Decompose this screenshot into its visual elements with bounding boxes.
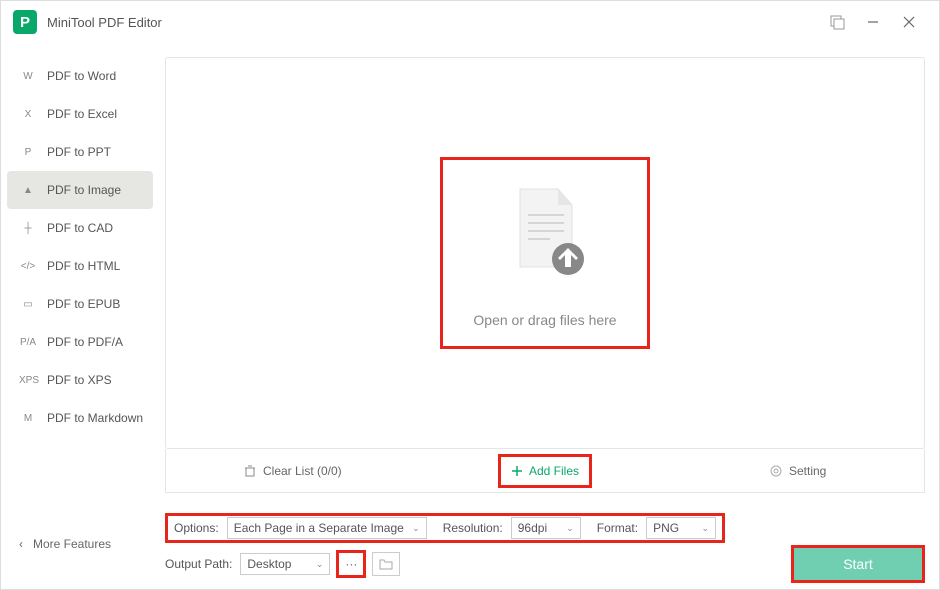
chevron-down-icon: ⌄ [558, 523, 574, 534]
format-select[interactable]: PNG ⌄ [646, 517, 716, 539]
open-folder-button[interactable] [372, 552, 400, 576]
image-icon: ▲ [19, 185, 37, 196]
clear-list-label: Clear List (0/0) [263, 464, 342, 478]
sidebar-item-label: PDF to Image [47, 183, 121, 197]
sidebar-item-pdf-to-html[interactable]: </> PDF to HTML [1, 247, 159, 285]
file-upload-icon [485, 174, 605, 294]
add-files-label: Add Files [529, 464, 579, 478]
resolution-label: Resolution: [443, 521, 503, 535]
ellipsis-icon: ··· [345, 557, 357, 571]
sidebar-item-label: PDF to HTML [47, 259, 120, 273]
options-value: Each Page in a Separate Image [234, 521, 404, 535]
add-files-button[interactable]: Add Files [419, 449, 672, 492]
format-label: Format: [597, 521, 638, 535]
sidebar-item-label: PDF to PDF/A [47, 335, 123, 349]
resolution-value: 96dpi [518, 521, 547, 535]
dropzone-text: Open or drag files here [473, 312, 616, 328]
sidebar-item-pdf-to-markdown[interactable]: M PDF to Markdown [1, 399, 159, 437]
titlebar: P MiniTool PDF Editor [1, 1, 939, 43]
html-icon: </> [19, 261, 37, 272]
sidebar-item-pdf-to-image[interactable]: ▲ PDF to Image [7, 171, 153, 209]
body: W PDF to Word X PDF to Excel P PDF to PPT ▲… [1, 43, 939, 589]
minimize-button[interactable] [855, 6, 891, 38]
sidebar-item-pdf-to-xps[interactable]: XPS PDF to XPS [1, 361, 159, 399]
sidebar-item-label: PDF to XPS [47, 373, 112, 387]
output-path-value: Desktop [247, 557, 291, 571]
format-value: PNG [653, 521, 679, 535]
output-row: Output Path: Desktop ⌄ ··· Start [165, 549, 925, 579]
chevron-left-icon: ‹ [19, 537, 23, 551]
browse-button[interactable]: ··· [336, 550, 366, 578]
options-label: Options: [174, 521, 219, 535]
more-features-button[interactable]: ‹ More Features [1, 529, 159, 559]
sidebar-item-label: PDF to PPT [47, 145, 111, 159]
options-select[interactable]: Each Page in a Separate Image ⌄ [227, 517, 427, 539]
sidebar-item-label: PDF to CAD [47, 221, 113, 235]
sidebar-item-pdf-to-ppt[interactable]: P PDF to PPT [1, 133, 159, 171]
sidebar-item-pdf-to-epub[interactable]: ▭ PDF to EPUB [1, 285, 159, 323]
app-window: P MiniTool PDF Editor W PDF to Word X PDF … [0, 0, 940, 590]
start-button[interactable]: Start [791, 545, 925, 583]
sidebar-item-pdf-to-word[interactable]: W PDF to Word [1, 57, 159, 95]
output-path-select[interactable]: Desktop ⌄ [240, 553, 330, 575]
clear-list-button[interactable]: Clear List (0/0) [166, 449, 419, 492]
pdfa-icon: P/A [19, 337, 37, 348]
options-row: Options: Each Page in a Separate Image ⌄… [165, 513, 925, 543]
close-button[interactable] [891, 6, 927, 38]
dropzone[interactable]: Open or drag files here [165, 57, 925, 449]
w-icon: W [19, 71, 37, 82]
p-icon: P [19, 147, 37, 158]
dropzone-highlight: Open or drag files here [440, 157, 649, 349]
start-label: Start [843, 556, 873, 572]
actionbar: Clear List (0/0) Add Files Setting [165, 449, 925, 493]
cad-icon: ┼ [19, 223, 37, 234]
chevron-down-icon: ⌄ [404, 523, 420, 534]
setting-label: Setting [789, 464, 826, 478]
chevron-down-icon: ⌄ [308, 559, 324, 570]
chevron-down-icon: ⌄ [694, 523, 710, 534]
sidebar: W PDF to Word X PDF to Excel P PDF to PPT ▲… [1, 43, 159, 589]
md-icon: M [19, 413, 37, 424]
epub-icon: ▭ [19, 299, 37, 310]
sidebar-item-pdf-to-pdfa[interactable]: P/A PDF to PDF/A [1, 323, 159, 361]
x-icon: X [19, 109, 37, 120]
plus-icon [511, 465, 523, 477]
resolution-select[interactable]: 96dpi ⌄ [511, 517, 581, 539]
gear-icon [769, 464, 783, 478]
sidebar-item-label: PDF to Markdown [47, 411, 143, 425]
options-highlight: Options: Each Page in a Separate Image ⌄… [165, 513, 725, 543]
window-toggle-icon[interactable] [819, 6, 855, 38]
setting-button[interactable]: Setting [671, 449, 924, 492]
sidebar-item-label: PDF to EPUB [47, 297, 120, 311]
app-logo-icon: P [13, 10, 37, 34]
folder-icon [379, 558, 393, 570]
output-path-label: Output Path: [165, 557, 232, 571]
add-files-highlight: Add Files [498, 454, 592, 488]
sidebar-item-pdf-to-cad[interactable]: ┼ PDF to CAD [1, 209, 159, 247]
sidebar-item-label: PDF to Excel [47, 107, 117, 121]
app-title: MiniTool PDF Editor [47, 15, 819, 30]
xps-icon: XPS [19, 375, 37, 386]
trash-icon [243, 464, 257, 478]
sidebar-item-pdf-to-excel[interactable]: X PDF to Excel [1, 95, 159, 133]
sidebar-item-label: PDF to Word [47, 69, 116, 83]
main-panel: Open or drag files here Clear List (0/0)… [159, 43, 939, 589]
more-features-label: More Features [33, 537, 111, 551]
